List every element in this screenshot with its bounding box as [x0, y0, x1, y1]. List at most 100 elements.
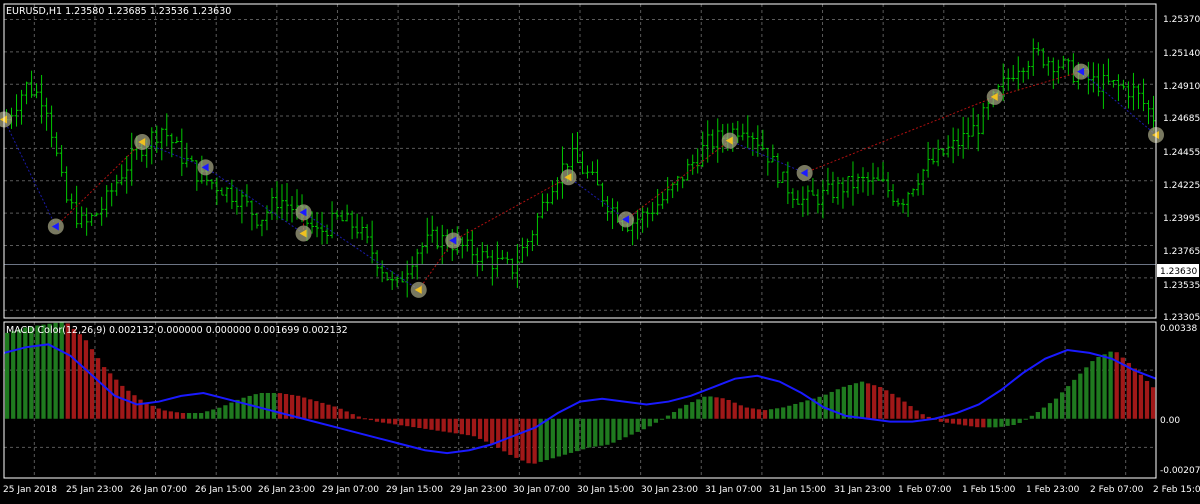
macd-histogram-bar: [65, 323, 70, 419]
macd-histogram-bar: [138, 399, 143, 419]
macd-histogram-bar: [1011, 418, 1016, 425]
macd-histogram-bar: [750, 408, 756, 419]
macd-histogram-bar: [593, 418, 598, 447]
macd-histogram-bar: [611, 418, 616, 443]
macd-histogram-bar: [502, 418, 507, 452]
macd-histogram-bar: [205, 411, 210, 419]
macd-histogram-bar: [326, 404, 331, 419]
macd-histogram-bar: [1059, 392, 1065, 419]
macd-histogram-bar: [532, 418, 537, 464]
macd-histogram-bar: [453, 418, 458, 434]
macd-histogram-bar: [483, 418, 489, 442]
macd-histogram-bar: [544, 418, 549, 461]
macd-histogram-bar: [168, 411, 173, 419]
macd-histogram-bar: [1090, 361, 1095, 419]
macd-histogram-bar: [805, 400, 810, 419]
macd-histogram-bar: [732, 402, 737, 419]
macd-histogram-bar: [265, 392, 270, 419]
macd-histogram-bar: [1120, 357, 1125, 419]
macd-histogram-bar: [920, 414, 925, 419]
macd-histogram-bar: [174, 412, 180, 419]
macd-title: MACD Color(12,26,9) 0.002132 0.000000 0.…: [6, 325, 348, 336]
macd-histogram-bar: [465, 418, 471, 436]
macd-histogram-bar: [1096, 357, 1101, 419]
macd-histogram-bar: [77, 334, 83, 419]
macd-histogram-bar: [217, 407, 222, 419]
macd-histogram-bar: [678, 408, 683, 419]
macd-histogram-bar: [1108, 351, 1113, 419]
macd-histogram-bar: [956, 418, 962, 425]
macd-histogram-bar: [623, 418, 628, 438]
macd-histogram-bar: [793, 403, 798, 419]
price-chart-svg[interactable]: EURUSD,H1 1.23580 1.23685 1.23536 1.2363…: [0, 0, 1200, 500]
price-axis-label: 1.23995: [1163, 214, 1200, 224]
macd-histogram-bar: [459, 418, 464, 435]
macd-histogram-bar: [768, 409, 774, 419]
macd-histogram-bar: [756, 409, 762, 419]
macd-histogram-bar: [1138, 374, 1144, 419]
macd-histogram-bar: [1102, 354, 1107, 419]
time-axis-label: 31 Jan 23:00: [834, 485, 891, 495]
macd-histogram-bar: [1041, 407, 1047, 419]
macd-histogram-bar: [399, 418, 404, 426]
macd-histogram-bar: [726, 399, 731, 419]
price-axis-label: 1.25370: [1163, 15, 1200, 25]
macd-histogram-bar: [223, 405, 228, 419]
macd-histogram-bar: [817, 396, 822, 419]
macd-histogram-bar: [708, 396, 713, 419]
macd-histogram-bar: [302, 397, 307, 419]
macd-histogram-bar: [229, 402, 234, 419]
time-axis-label: 2 Feb 07:00: [1090, 485, 1144, 495]
chart-title: EURUSD,H1 1.23580 1.23685 1.23536 1.2363…: [6, 6, 231, 17]
macd-histogram-bar: [95, 358, 101, 419]
time-axis-label: 1 Feb 23:00: [1026, 485, 1080, 495]
macd-histogram-bar: [696, 399, 701, 419]
time-axis-label: 29 Jan 07:00: [322, 485, 379, 495]
current-price-label: 1.23630: [1160, 267, 1197, 277]
macd-histogram-bar: [884, 390, 889, 419]
macd-histogram-bar: [975, 418, 980, 428]
macd-histogram-bar: [950, 418, 956, 424]
macd-histogram-bar: [362, 418, 367, 420]
macd-histogram-bar: [1005, 418, 1010, 426]
macd-histogram-bar: [314, 401, 319, 419]
macd-histogram-bar: [526, 418, 531, 464]
time-axis-label: 30 Jan 23:00: [641, 485, 698, 495]
macd-histogram-bar: [435, 418, 440, 431]
macd-histogram-bar: [23, 327, 28, 419]
time-axis-label: 2 Feb 15:00: [1153, 485, 1200, 495]
time-axis-label: 26 Jan 23:00: [258, 485, 315, 495]
macd-histogram-bar: [781, 407, 786, 419]
macd-histogram-bar: [665, 415, 671, 419]
macd-histogram-bar: [350, 414, 355, 419]
macd-histogram-bar: [114, 379, 119, 419]
macd-histogram-bar: [180, 413, 186, 419]
macd-histogram-bar: [1023, 418, 1028, 420]
macd-histogram-bar: [120, 385, 125, 419]
macd-histogram-bar: [671, 412, 677, 419]
macd-histogram-bar: [1144, 381, 1150, 419]
macd-histogram-bar: [574, 418, 580, 452]
macd-histogram-bar: [441, 418, 446, 432]
macd-histogram-bar: [53, 322, 58, 419]
macd-histogram-bar: [296, 395, 301, 419]
macd-histogram-bar: [59, 321, 64, 419]
macd-histogram-bar: [550, 418, 555, 459]
macd-histogram-bar: [11, 331, 16, 419]
macd-histogram-bar: [865, 383, 871, 419]
chart-window[interactable]: EURUSD,H1 1.23580 1.23685 1.23536 1.2363…: [0, 0, 1200, 500]
macd-histogram-bar: [714, 397, 719, 419]
macd-histogram-bar: [108, 373, 113, 419]
time-axis-label: 30 Jan 07:00: [513, 485, 570, 495]
macd-histogram-bar: [859, 381, 865, 419]
macd-histogram-bar: [199, 413, 204, 419]
macd-histogram-bar: [902, 401, 907, 419]
macd-histogram-bar: [702, 396, 707, 419]
macd-histogram-bar: [102, 367, 107, 419]
time-axis-label: 29 Jan 15:00: [386, 485, 443, 495]
macd-histogram-bar: [150, 405, 155, 419]
macd-histogram-bar: [423, 418, 428, 429]
price-axis-label: 1.23535: [1163, 281, 1200, 291]
macd-histogram-bar: [447, 418, 452, 433]
macd-histogram-bar: [1072, 379, 1077, 419]
